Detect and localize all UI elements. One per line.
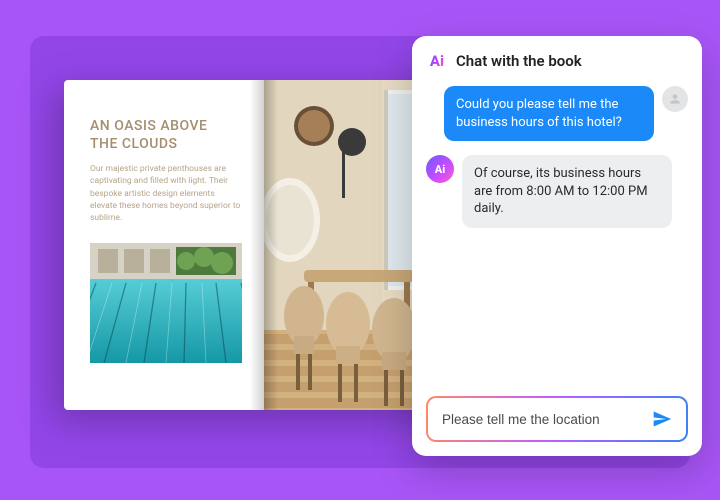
send-button[interactable] <box>648 405 676 433</box>
chat-panel: Ai Chat with the book Could you please t… <box>412 36 702 456</box>
ai-avatar: Ai <box>426 155 454 183</box>
user-avatar <box>662 86 688 112</box>
book-page-left: AN OASIS ABOVE THE CLOUDS Our majestic p… <box>64 80 264 410</box>
chat-title: Chat with the book <box>456 52 582 70</box>
book-body-text: Our majestic private penthouses are capt… <box>90 163 242 225</box>
ai-logo-icon: Ai <box>426 50 448 72</box>
user-message-row: Could you please tell me the business ho… <box>426 86 688 141</box>
send-icon <box>652 409 672 429</box>
book-title: AN OASIS ABOVE THE CLOUDS <box>90 118 242 153</box>
chat-input-frame <box>426 396 688 442</box>
book-title-line1: AN OASIS ABOVE <box>90 118 207 134</box>
pool-illustration <box>90 243 242 363</box>
chat-header: Ai Chat with the book <box>426 50 688 72</box>
person-icon <box>668 92 682 106</box>
ai-badge-text: Ai <box>435 163 445 176</box>
book-title-line2: THE CLOUDS <box>90 136 178 152</box>
user-message-bubble: Could you please tell me the business ho… <box>444 86 654 141</box>
book-spread: AN OASIS ABOVE THE CLOUDS Our majestic p… <box>64 80 464 410</box>
ai-message-bubble: Of course, its business hours are from 8… <box>462 155 672 228</box>
ai-message-row: Ai Of course, its business hours are fro… <box>426 155 688 228</box>
chat-input[interactable] <box>442 412 648 427</box>
